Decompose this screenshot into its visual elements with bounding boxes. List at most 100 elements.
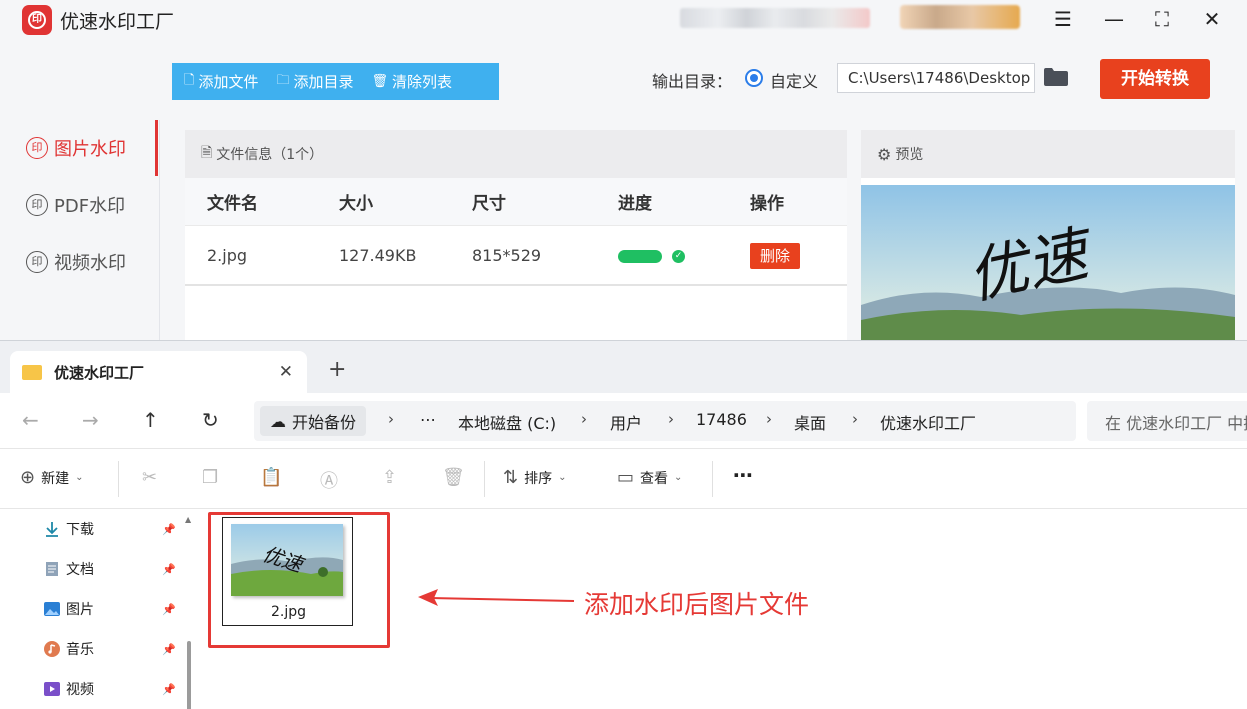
sidebar-item-video-watermark[interactable]: 印视频水印	[0, 234, 158, 290]
rename-icon[interactable]: Ⓐ	[320, 467, 338, 493]
file-item[interactable]: 优速 2.jpg	[222, 517, 353, 626]
sort-button[interactable]: ⇅ 排序 ⌄	[503, 467, 566, 488]
new-button[interactable]: ⊕ 新建 ⌄	[20, 467, 83, 488]
trash-icon: 🗑	[371, 74, 389, 89]
table-header: 文件名 大小 尺寸 进度 操作	[185, 178, 847, 226]
nav-scrollbar[interactable]: ▲	[185, 515, 193, 709]
command-bar: ⊕ 新建 ⌄ ✂ ❐ 📋 Ⓐ ⇪ 🗑 ⇅ 排序 ⌄ ▭ 查看 ⌄ ⋯	[0, 449, 1247, 509]
share-icon[interactable]: ⇪	[382, 467, 397, 488]
pin-icon[interactable]: 📌	[162, 603, 176, 616]
file-size-cell: 127.49KB	[339, 245, 417, 265]
chevron-right-icon: ›	[852, 410, 858, 428]
copy-icon[interactable]: ❐	[202, 467, 218, 488]
new-tab-icon[interactable]: +	[328, 357, 346, 382]
breadcrumb-user[interactable]: 17486	[696, 410, 747, 429]
app-title: 优速水印工厂	[60, 11, 175, 33]
annotation-arrow	[418, 589, 575, 606]
address-bar[interactable]: ☁ 开始备份 › ⋯ 本地磁盘 (C:) › 用户 › 17486 › 桌面 › …	[254, 401, 1076, 441]
col-filename: 文件名	[207, 194, 258, 214]
sidebar-item-pdf-watermark[interactable]: 印 PDF水印	[0, 177, 158, 233]
nav-item-videos[interactable]: 视频 📌	[44, 671, 184, 707]
stamp-icon: 印	[26, 137, 48, 159]
close-tab-icon[interactable]: ✕	[279, 362, 293, 382]
menu-icon[interactable]: ☰	[1049, 6, 1077, 32]
annotation-label: 添加水印后图片文件	[584, 590, 810, 619]
sidebar-item-image-watermark[interactable]: 印图片水印	[0, 120, 158, 176]
pin-icon[interactable]: 📌	[162, 643, 176, 656]
blurred-account-info	[680, 8, 870, 28]
close-icon[interactable]: ✕	[1198, 6, 1226, 32]
chevron-down-icon: ⌄	[75, 472, 84, 483]
delete-button[interactable]: 删除	[750, 242, 801, 269]
progress-bar	[618, 249, 662, 263]
custom-output-label[interactable]: 自定义	[770, 68, 818, 92]
minimize-icon[interactable]: —	[1100, 6, 1128, 32]
explorer-tab[interactable]: 优速水印工厂 ✕	[10, 351, 307, 393]
maximize-icon[interactable]: ⛶	[1148, 6, 1176, 32]
nav-item-pictures[interactable]: 图片 📌	[44, 591, 184, 627]
scroll-up-icon[interactable]: ▲	[185, 515, 191, 524]
pin-icon[interactable]: 📌	[162, 563, 176, 576]
chevron-right-icon: ›	[668, 410, 674, 428]
custom-output-radio[interactable]	[745, 69, 763, 87]
scroll-thumb[interactable]	[187, 641, 191, 709]
stamp-icon: 印	[26, 251, 48, 273]
col-progress: 进度	[618, 194, 652, 214]
refresh-icon[interactable]: ↻	[202, 408, 219, 432]
pin-icon[interactable]: 📌	[162, 523, 176, 536]
pin-icon[interactable]: 📌	[162, 683, 176, 696]
explorer-navbar: ← → ↑ ↻ ☁ 开始备份 › ⋯ 本地磁盘 (C:) › 用户 › 17486…	[0, 393, 1247, 449]
breadcrumb-users[interactable]: 用户	[610, 410, 642, 434]
breadcrumb-drive[interactable]: 本地磁盘 (C:)	[458, 410, 556, 434]
browse-folder-icon[interactable]	[1044, 68, 1068, 86]
add-directory-button[interactable]: 🗀 添加目录	[276, 71, 353, 93]
file-info-panel: 🗎 文件信息（1个） 文件名 大小 尺寸 进度 操作 2.jpg 127.49KB…	[185, 130, 847, 340]
plus-circle-icon: ⊕	[20, 467, 36, 488]
add-file-button[interactable]: 🗋 添加文件	[184, 71, 258, 93]
table-row: 2.jpg 127.49KB 815*529 ✓ 删除	[185, 226, 847, 286]
delete-icon[interactable]: 🗑	[442, 467, 465, 488]
preview-panel: ⚙ 预览 优速	[861, 130, 1235, 340]
blurred-user-avatar	[900, 5, 1020, 29]
back-icon[interactable]: ←	[22, 408, 39, 432]
sort-icon: ⇅	[503, 467, 519, 488]
file-explorer-window: 优速水印工厂 ✕ + ← → ↑ ↻ ☁ 开始备份 › ⋯ 本地磁盘 (C:) ›…	[0, 340, 1247, 709]
nav-item-music[interactable]: 音乐 📌	[44, 631, 184, 667]
app-logo: 印	[22, 5, 52, 35]
file-icon: 🗋	[184, 72, 195, 88]
navigation-pane: 下载 📌 文档 📌 图片 📌 音乐 📌 视频 📌 ▲	[0, 509, 200, 709]
paste-icon[interactable]: 📋	[260, 467, 282, 488]
backup-breadcrumb[interactable]: ☁ 开始备份	[260, 406, 367, 436]
gear-icon: ⚙	[877, 144, 892, 164]
clear-list-button[interactable]: 🗑 清除列表	[372, 71, 453, 92]
video-icon	[44, 682, 60, 696]
app-sidebar: 印图片水印 印 PDF水印 印视频水印	[0, 120, 160, 340]
chevron-right-icon: ›	[388, 410, 394, 428]
pictures-icon	[44, 602, 60, 616]
nav-item-downloads[interactable]: 下载 📌	[44, 511, 184, 547]
file-info-header: 🗎 文件信息（1个）	[185, 130, 847, 178]
view-button[interactable]: ▭ 查看 ⌄	[617, 467, 682, 488]
forward-icon[interactable]: →	[82, 408, 99, 432]
document-icon: 🗎	[201, 145, 213, 161]
stamp-icon: 印	[26, 194, 48, 216]
breadcrumb-current-folder[interactable]: 优速水印工厂	[880, 410, 976, 434]
nav-item-documents[interactable]: 文档 📌	[44, 551, 184, 587]
more-breadcrumbs-icon[interactable]: ⋯	[420, 410, 436, 429]
output-path-input[interactable]: C:\Users\17486\Desktop	[837, 63, 1035, 93]
check-icon: ✓	[672, 249, 685, 263]
output-dir-label: 输出目录：	[652, 72, 733, 91]
more-options-icon[interactable]: ⋯	[733, 463, 753, 487]
col-dimensions: 尺寸	[472, 194, 506, 214]
start-convert-button[interactable]: 开始转换	[1100, 59, 1210, 99]
watermark-app-window: 印 优速水印工厂 ☰ — ⛶ ✕ 🗋 添加文件 🗀 添加目录 🗑 清除列表 输出目录：…	[0, 0, 1247, 340]
breadcrumb-desktop[interactable]: 桌面	[794, 410, 826, 434]
chevron-right-icon: ›	[581, 410, 587, 428]
file-dims-cell: 815*529	[472, 245, 542, 265]
download-icon	[46, 522, 58, 537]
up-icon[interactable]: ↑	[142, 408, 159, 432]
cut-icon[interactable]: ✂	[142, 467, 157, 488]
search-input[interactable]: 在 优速水印工厂 中搜索	[1087, 401, 1247, 441]
folder-icon	[22, 364, 42, 380]
view-icon: ▭	[617, 467, 635, 488]
